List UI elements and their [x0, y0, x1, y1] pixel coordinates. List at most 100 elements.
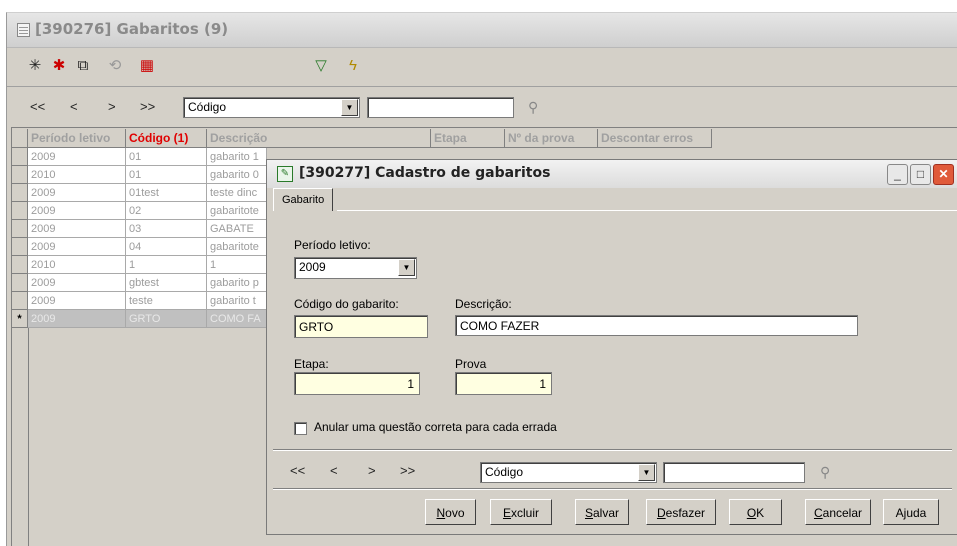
main-titlebar[interactable]: [390276] Gabaritos (9)	[7, 13, 957, 48]
prova-input[interactable]: 1	[455, 372, 552, 395]
binoculars-icon[interactable]: ⚲	[820, 464, 830, 481]
table-cell[interactable]: gbtest	[126, 274, 207, 292]
descricao-label: Descrição:	[455, 297, 512, 311]
periodo-select[interactable]: 2009 ▼	[294, 257, 417, 279]
row-indicator[interactable]	[12, 148, 28, 166]
table-cell[interactable]: 04	[126, 238, 207, 256]
cadastro-gabaritos-dialog: ✎ [390277] Cadastro de gabaritos _ □ ✕ G…	[266, 159, 957, 535]
nav-prev-button[interactable]: <	[70, 99, 78, 114]
table-cell[interactable]: 2010	[28, 166, 126, 184]
table-cell[interactable]: gabarito 1	[207, 148, 267, 166]
table-cell[interactable]: 2009	[28, 292, 126, 310]
novo-button[interactable]: Novo	[425, 499, 476, 525]
search-field-select[interactable]: Código ▼	[183, 97, 360, 118]
table-cell[interactable]: 2009	[28, 274, 126, 292]
chevron-down-icon[interactable]: ▼	[341, 99, 358, 116]
row-indicator[interactable]	[12, 220, 28, 238]
lightning-icon[interactable]: ϟ	[343, 56, 363, 76]
table-cell[interactable]: teste	[126, 292, 207, 310]
table-cell[interactable]: 2009	[28, 148, 126, 166]
minimize-icon[interactable]: _	[887, 164, 908, 185]
table-cell[interactable]: 1	[207, 256, 267, 274]
periodo-label: Período letivo:	[294, 238, 371, 252]
table-cell[interactable]: teste dinc	[207, 184, 267, 202]
new-record-icon[interactable]: ✳	[25, 56, 45, 76]
table-cell[interactable]: gabaritote	[207, 202, 267, 220]
table-cell[interactable]: GABATE	[207, 220, 267, 238]
dialog-search-input[interactable]	[663, 462, 805, 483]
desfazer-button[interactable]: Desfazer	[646, 499, 716, 525]
dialog-nav-first-button[interactable]: <<	[290, 463, 305, 478]
binoculars-icon[interactable]: ⚲	[528, 99, 538, 116]
col-header-codigo[interactable]: Código (1)	[126, 129, 207, 148]
refresh-icon[interactable]: ⟲	[105, 56, 125, 76]
cancelar-button[interactable]: Cancelar	[805, 499, 871, 525]
row-indicator[interactable]	[12, 238, 28, 256]
col-header-prova[interactable]: Nº da prova	[505, 129, 598, 148]
table-cell[interactable]: COMO FA	[207, 310, 267, 328]
table-cell[interactable]: gabarito 0	[207, 166, 267, 184]
ok-button[interactable]: OK	[729, 499, 782, 525]
chevron-down-icon[interactable]: ▼	[638, 464, 655, 481]
row-indicator[interactable]	[12, 274, 28, 292]
desfazer-mnemonic: D	[656, 506, 666, 520]
row-indicator[interactable]	[12, 292, 28, 310]
copy-record-icon[interactable]: ⧉	[73, 56, 93, 76]
table-cell[interactable]: 01	[126, 148, 207, 166]
table-cell[interactable]: 03	[126, 220, 207, 238]
filter-icon[interactable]: ▽	[311, 56, 331, 76]
dialog-titlebar[interactable]: ✎ [390277] Cadastro de gabaritos _ □ ✕	[267, 160, 957, 188]
dialog-separator-2	[273, 488, 952, 489]
maximize-icon[interactable]: □	[910, 164, 931, 185]
current-row-indicator[interactable]: *	[12, 310, 28, 328]
close-icon[interactable]: ✕	[933, 164, 954, 185]
row-indicator[interactable]	[12, 256, 28, 274]
excluir-button[interactable]: Excluir	[490, 499, 552, 525]
table-cell[interactable]: 2009	[28, 310, 126, 328]
excluir-label: xcluir	[511, 506, 540, 520]
novo-label: ovo	[445, 506, 465, 520]
col-header-periodo[interactable]: Período letivo	[28, 129, 126, 148]
dialog-nav-last-button[interactable]: >>	[400, 463, 415, 478]
tab-gabarito[interactable]: Gabarito	[273, 188, 334, 211]
cancelar-label: ancelar	[822, 506, 863, 520]
calendar-icon[interactable]: ▦	[137, 56, 157, 76]
table-cell[interactable]: 2010	[28, 256, 126, 274]
col-header-descricao[interactable]: Descrição	[207, 129, 431, 148]
table-cell[interactable]: 2009	[28, 220, 126, 238]
col-header-descontar[interactable]: Descontar erros	[598, 129, 712, 148]
table-cell[interactable]: 2009	[28, 184, 126, 202]
chevron-down-icon[interactable]: ▼	[398, 259, 415, 276]
table-cell[interactable]: 01test	[126, 184, 207, 202]
cancelar-mnemonic: C	[813, 506, 823, 520]
table-cell[interactable]: 1	[126, 256, 207, 274]
codigo-input[interactable]: GRTO	[294, 315, 428, 338]
table-cell[interactable]: 2009	[28, 202, 126, 220]
row-indicator[interactable]	[12, 202, 28, 220]
row-indicator[interactable]	[12, 184, 28, 202]
ajuda-button[interactable]: Ajuda	[883, 499, 939, 525]
search-input[interactable]	[367, 97, 514, 118]
nav-first-button[interactable]: <<	[30, 99, 45, 114]
anular-checkbox[interactable]	[294, 422, 307, 435]
dialog-nav-prev-button[interactable]: <	[330, 463, 338, 478]
table-cell[interactable]: gabarito p	[207, 274, 267, 292]
delete-record-icon[interactable]: ✱	[49, 56, 69, 76]
row-indicator[interactable]	[12, 166, 28, 184]
dialog-search-field-select[interactable]: Código ▼	[480, 462, 657, 483]
etapa-input[interactable]: 1	[294, 372, 420, 395]
descricao-input[interactable]: COMO FAZER	[455, 315, 858, 336]
nav-last-button[interactable]: >>	[140, 99, 155, 114]
table-cell[interactable]: 2009	[28, 238, 126, 256]
salvar-label: alvar	[593, 506, 620, 520]
table-cell[interactable]: 01	[126, 166, 207, 184]
table-cell[interactable]: gabaritote	[207, 238, 267, 256]
table-cell[interactable]: gabarito t	[207, 292, 267, 310]
dialog-nav-next-button[interactable]: >	[368, 463, 376, 478]
table-cell[interactable]: GRTO	[126, 310, 207, 328]
table-cell[interactable]: 02	[126, 202, 207, 220]
dialog-search-field-value: Código	[485, 465, 524, 479]
salvar-button[interactable]: Salvar	[575, 499, 629, 525]
nav-next-button[interactable]: >	[108, 99, 116, 114]
col-header-etapa[interactable]: Etapa	[431, 129, 505, 148]
